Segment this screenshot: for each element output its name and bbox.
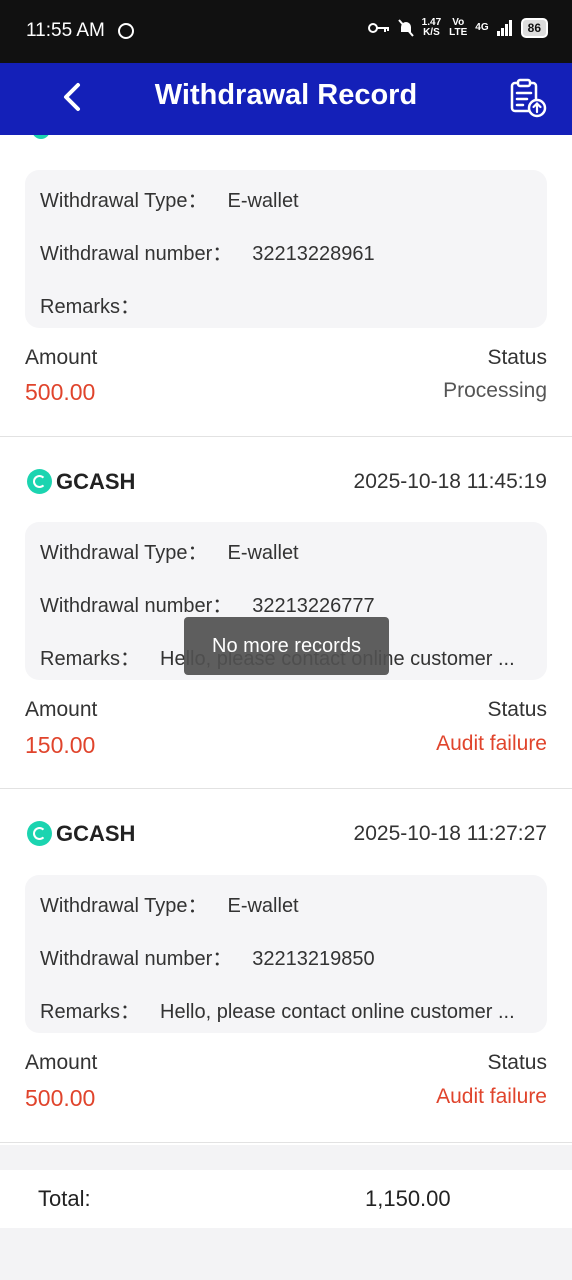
withdrawal-number-value: 32213226777 [252, 595, 375, 617]
record-header: GCASH 2025-10-18 11:45:19 [25, 467, 547, 497]
chevron-left-icon [64, 83, 80, 111]
gcash-logo-icon [27, 469, 52, 494]
volte-indicator: Vo LTE [449, 17, 468, 38]
record-details: Withdrawal Type： E-wallet Withdrawal numb… [25, 170, 547, 328]
app-header: Withdrawal Record [0, 63, 572, 135]
total-value: 1,150.00 [365, 1186, 451, 1211]
withdrawal-type-label: Withdrawal Type： [40, 542, 208, 564]
status-label: Status [487, 346, 547, 369]
withdrawal-type-label: Withdrawal Type： [40, 190, 208, 212]
remarks-value: Hello, please contact online customer ..… [160, 1001, 515, 1023]
remarks-label: Remarks： [40, 296, 141, 318]
amount-label: Amount [25, 698, 98, 721]
network-type: 4G [475, 22, 489, 33]
channel-name: GCASH [56, 469, 136, 494]
record-item[interactable]: GCASH 2025-10-18 11:45:19 Withdrawal Typ… [0, 437, 572, 789]
record-details: Withdrawal Type： E-wallet Withdrawal numb… [25, 875, 547, 1033]
withdrawal-number-label: Withdrawal number： [40, 595, 233, 617]
total-label: Total: [38, 1186, 91, 1211]
export-button[interactable] [508, 77, 548, 121]
amount-label: Amount [25, 1051, 98, 1074]
remarks-label: Remarks： [40, 648, 141, 670]
record-date: 2025-10-18 11:45:19 [353, 470, 547, 493]
status-label: Status [487, 698, 547, 721]
withdrawal-number-value: 32213219850 [252, 948, 375, 970]
record-header: GCASH 2025-10-18 11:27:27 [25, 819, 547, 849]
amount-label: Amount [25, 346, 98, 369]
withdrawal-number-label: Withdrawal number： [40, 243, 233, 265]
status-value: Audit failure [436, 732, 547, 755]
withdrawal-type-value: E-wallet [227, 895, 299, 917]
withdrawal-type-label: Withdrawal Type： [40, 895, 208, 917]
gcash-logo-icon [27, 821, 52, 846]
amount-value: 150.00 [25, 732, 96, 758]
status-value: Audit failure [436, 1085, 547, 1108]
signal-icon [496, 20, 512, 36]
withdrawal-type-value: E-wallet [227, 542, 299, 564]
withdrawal-number-label: Withdrawal number： [40, 948, 233, 970]
battery-icon: 86 [520, 18, 548, 38]
status-value: Processing [443, 379, 547, 402]
clock: 11:55 AM [26, 20, 105, 41]
withdrawal-type-value: E-wallet [227, 190, 299, 212]
channel-name: GCASH [56, 821, 136, 846]
status-label: Status [487, 1051, 547, 1074]
status-bar: 11:55 AM 1.47 K/S Vo LTE 4G 86 [0, 0, 572, 63]
toast-message: No more records [184, 617, 389, 675]
notification-icon [118, 23, 134, 39]
record-item[interactable]: Withdrawal Type： E-wallet Withdrawal numb… [0, 135, 572, 437]
network-speed: 1.47 K/S [421, 17, 442, 38]
vpn-key-icon [367, 23, 389, 33]
bell-off-icon [397, 19, 414, 37]
withdrawal-number-value: 32213228961 [252, 243, 375, 265]
amount-value: 500.00 [25, 1085, 96, 1111]
status-icons: 1.47 K/S Vo LTE 4G 86 [367, 17, 548, 38]
record-date: 2025-10-18 11:27:27 [353, 822, 547, 845]
record-item[interactable]: GCASH 2025-10-18 11:27:27 Withdrawal Typ… [0, 789, 572, 1143]
amount-value: 500.00 [25, 379, 96, 405]
back-button[interactable] [54, 77, 94, 117]
clipboard-upload-icon [510, 78, 547, 118]
total-summary: Total: 1,150.00 [0, 1170, 572, 1228]
remarks-label: Remarks： [40, 1001, 141, 1023]
